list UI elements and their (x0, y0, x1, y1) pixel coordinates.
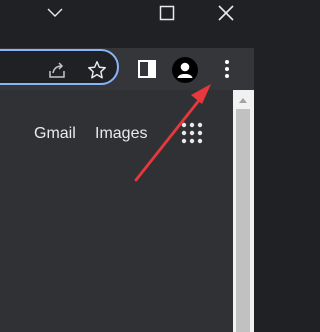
red-arrow (134, 84, 211, 182)
browser-window: Gmail Images (0, 0, 254, 332)
